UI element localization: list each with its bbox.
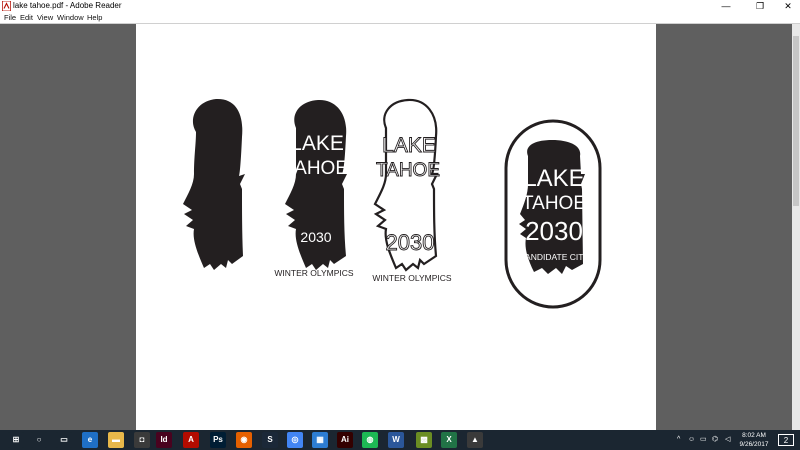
window-title: lake tahoe.pdf - Adobe Reader bbox=[13, 1, 122, 10]
scrollbar-thumb[interactable] bbox=[793, 36, 799, 206]
logo4-line1: LAKE bbox=[523, 165, 584, 192]
logo-candidate-city-badge: LAKE TAHOE 2030 CANDIDATE CITY bbox=[504, 119, 602, 309]
taskbar-spotify-icon[interactable]: ◍ bbox=[362, 432, 378, 448]
taskbar-minecraft-icon[interactable]: ▩ bbox=[416, 432, 432, 448]
menu-help[interactable]: Help bbox=[87, 12, 102, 23]
title-bar: lake tahoe.pdf - Adobe Reader — ❐ ✕ bbox=[0, 0, 800, 12]
vertical-scrollbar[interactable] bbox=[792, 24, 800, 430]
logo3-year: 2030 bbox=[386, 230, 435, 255]
menu-window[interactable]: Window bbox=[57, 12, 84, 23]
menu-bar: File Edit View Window Help bbox=[0, 12, 800, 24]
pdf-page[interactable]: LAKE TAHOE 2030 WINTER OLYMPICS LAKE TAH… bbox=[136, 24, 656, 430]
system-clock[interactable]: 8:02 AM 9/26/2017 bbox=[738, 431, 770, 449]
logo3-line1: LAKE bbox=[382, 134, 436, 157]
clock-date: 9/26/2017 bbox=[739, 441, 769, 448]
logo3-caption: WINTER OLYMPICS bbox=[372, 273, 452, 283]
logo4-caption: CANDIDATE CITY bbox=[519, 252, 590, 262]
logo-lake-tahoe-winter: LAKE TAHOE 2030 WINTER OLYMPICS bbox=[274, 99, 354, 278]
taskbar-word-icon[interactable]: W bbox=[388, 432, 404, 448]
menu-file[interactable]: File bbox=[4, 12, 16, 23]
taskbar-firefox-icon[interactable]: ◉ bbox=[236, 432, 252, 448]
taskbar-file-explorer-icon[interactable]: ▬ bbox=[108, 432, 124, 448]
taskbar: ⊞ ○ ▭ e ▬ ◘ Id A Ps ◉ S ◎ ▦ Ai ◍ W ▩ X ▲ ^ ☺ ▭ ⌬ ◁ 8:02 AM… bbox=[0, 430, 800, 450]
menu-edit[interactable]: Edit bbox=[20, 12, 33, 23]
taskbar-store-icon[interactable]: ◘ bbox=[134, 432, 150, 448]
logo-feather-solid bbox=[183, 98, 245, 270]
logo2-caption: WINTER OLYMPICS bbox=[274, 268, 354, 278]
taskbar-cortana-search-icon[interactable]: ○ bbox=[31, 432, 47, 448]
chevron-up-icon[interactable]: ^ bbox=[677, 430, 680, 450]
menu-view[interactable]: View bbox=[37, 12, 53, 23]
taskbar-illustrator-icon[interactable]: Ai bbox=[337, 432, 353, 448]
taskbar-task-view-icon[interactable]: ▭ bbox=[56, 432, 72, 448]
taskbar-photoshop-icon[interactable]: Ps bbox=[210, 432, 226, 448]
taskbar-steam-icon[interactable]: S bbox=[262, 432, 278, 448]
logo3-line2: TAHOE bbox=[376, 160, 440, 181]
taskbar-calculator-icon[interactable]: ▦ bbox=[312, 432, 328, 448]
notification-center-icon[interactable]: 2 bbox=[778, 434, 794, 446]
taskbar-start-button-icon[interactable]: ⊞ bbox=[8, 432, 24, 448]
network-icon[interactable]: ⌬ bbox=[712, 430, 718, 450]
people-icon[interactable]: ☺ bbox=[688, 430, 695, 450]
taskbar-chrome-icon[interactable]: ◎ bbox=[287, 432, 303, 448]
maximize-button[interactable]: ❐ bbox=[748, 0, 772, 12]
logo4-line2: TAHOE bbox=[522, 193, 586, 214]
taskbar-photos-icon[interactable]: ▲ bbox=[467, 432, 483, 448]
logo2-line1: LAKE bbox=[290, 132, 344, 155]
volume-icon[interactable]: ◁ bbox=[725, 430, 730, 450]
logo-lake-tahoe-outline: LAKE TAHOE 2030 WINTER OLYMPICS bbox=[372, 98, 452, 283]
logo-artwork: LAKE TAHOE 2030 WINTER OLYMPICS LAKE TAH… bbox=[183, 98, 602, 309]
taskbar-excel-icon[interactable]: X bbox=[441, 432, 457, 448]
taskbar-adobe-reader-icon[interactable]: A bbox=[183, 432, 199, 448]
logo4-year: 2030 bbox=[525, 216, 583, 246]
close-button[interactable]: ✕ bbox=[776, 0, 800, 12]
battery-icon[interactable]: ▭ bbox=[700, 430, 707, 450]
logo2-line2: TAHOE bbox=[284, 158, 348, 179]
taskbar-edge-icon[interactable]: e bbox=[82, 432, 98, 448]
adobe-reader-icon bbox=[2, 1, 11, 11]
minimize-button[interactable]: — bbox=[714, 0, 738, 12]
logo2-year: 2030 bbox=[300, 229, 331, 245]
taskbar-indesign-icon[interactable]: Id bbox=[156, 432, 172, 448]
clock-time: 8:02 AM bbox=[742, 432, 766, 439]
